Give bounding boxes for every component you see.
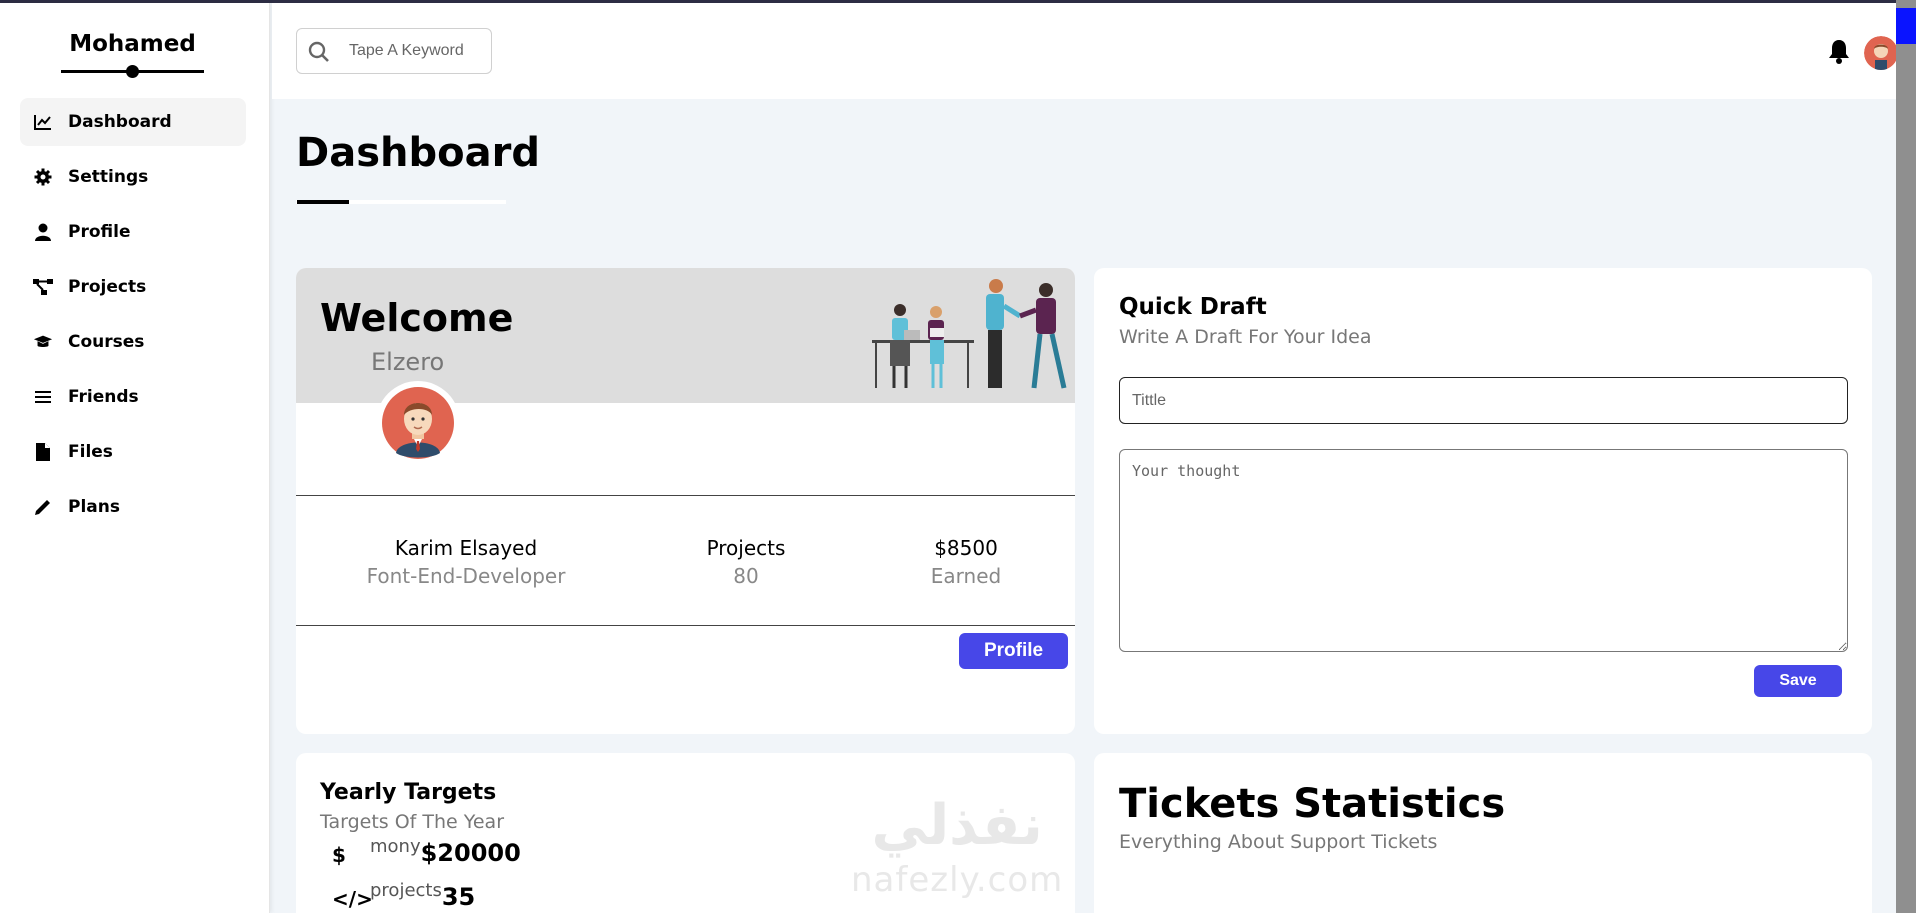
projects-count: 80	[733, 564, 759, 588]
welcome-card: Welcome Elzero Karim Elsayed Font-End-De…	[296, 268, 1075, 734]
user-icon	[33, 222, 53, 242]
welcome-subtitle: Elzero	[371, 348, 445, 376]
sidebar-item-label: Courses	[68, 332, 145, 352]
search-icon	[307, 40, 331, 68]
watermark-arabic: نفذلي	[871, 793, 1043, 858]
user-role: Font-End-Developer	[366, 564, 566, 588]
scrollbar-thumb[interactable]	[1896, 8, 1916, 44]
pencil-icon	[33, 497, 53, 517]
avatar	[376, 381, 460, 465]
sidebar-item-friends[interactable]: Friends	[20, 373, 246, 421]
sidebar-item-courses[interactable]: Courses	[20, 318, 246, 366]
graduation-cap-icon	[33, 332, 53, 352]
list-icon	[33, 387, 53, 407]
profile-button[interactable]: Profile	[959, 633, 1068, 669]
top-header	[272, 3, 1898, 99]
tickets-statistics-subtitle: Everything About Support Tickets	[1119, 831, 1438, 853]
projects-label: Projects	[706, 536, 786, 560]
search-box[interactable]	[296, 28, 492, 74]
quick-draft-subtitle: Write A Draft For Your Idea	[1119, 326, 1372, 348]
sidebar-item-label: Dashboard	[68, 112, 172, 132]
save-button[interactable]: Save	[1754, 665, 1842, 697]
sidebar-nav: Dashboard Settings Profile Projects Cour…	[20, 98, 246, 538]
search-input[interactable]	[349, 42, 484, 60]
welcome-title: Welcome	[320, 296, 514, 340]
gear-icon	[33, 167, 53, 187]
sidebar-item-label: Settings	[68, 167, 149, 187]
sidebar-item-projects[interactable]: Projects	[20, 263, 246, 311]
divider	[296, 495, 1075, 496]
draft-title-input[interactable]	[1119, 377, 1848, 424]
target-row-money: $ mony $20000	[332, 836, 521, 867]
sidebar-item-label: Profile	[68, 222, 131, 242]
yearly-targets-subtitle: Targets Of The Year	[320, 811, 505, 833]
quick-draft-title: Quick Draft	[1119, 294, 1267, 320]
watermark: نفذلي nafezly.com	[851, 793, 1064, 901]
target-row-projects: </> projects 35	[332, 880, 475, 911]
code-icon: </>	[332, 887, 373, 911]
target-label: mony	[370, 836, 421, 857]
earned-label: Earned	[930, 564, 1002, 588]
draft-thought-textarea[interactable]	[1119, 449, 1848, 652]
target-value: 35	[441, 883, 476, 911]
earned-amount: $8500	[934, 536, 998, 560]
sidebar-item-label: Files	[68, 442, 113, 462]
user-name: Karim Elsayed	[394, 536, 538, 560]
diagram-project-icon	[33, 277, 53, 297]
dollar-icon: $	[332, 843, 346, 867]
sidebar-item-label: Plans	[68, 497, 120, 517]
earned-stat: $8500 Earned	[886, 536, 1046, 588]
sidebar-item-label: Friends	[68, 387, 139, 407]
tickets-statistics-title: Tickets Statistics	[1119, 781, 1506, 827]
yearly-targets-title: Yearly Targets	[320, 780, 497, 805]
avatar[interactable]	[1864, 36, 1898, 70]
team-illustration	[868, 276, 1073, 400]
chart-line-icon	[33, 112, 53, 132]
file-icon	[33, 442, 53, 462]
sidebar-item-label: Projects	[68, 277, 147, 297]
projects-stat: Projects 80	[666, 536, 826, 588]
sidebar-item-plans[interactable]: Plans	[20, 483, 246, 531]
scrollbar[interactable]	[1896, 0, 1916, 913]
target-label: projects	[370, 880, 442, 901]
sidebar-item-settings[interactable]: Settings	[20, 153, 246, 201]
quick-draft-card: Quick Draft Write A Draft For Your Idea …	[1094, 268, 1872, 734]
divider	[296, 625, 1075, 626]
yearly-targets-card: Yearly Targets Targets Of The Year $ mon…	[296, 753, 1075, 913]
tickets-statistics-card: Tickets Statistics Everything About Supp…	[1094, 753, 1872, 913]
sidebar: Mohamed Dashboard Settings Profile Proje…	[0, 3, 270, 913]
title-underline-accent	[297, 200, 349, 204]
bell-icon[interactable]	[1827, 38, 1851, 68]
brand-name: Mohamed	[69, 31, 196, 57]
target-value: $20000	[420, 839, 521, 867]
watermark-latin: nafezly.com	[851, 860, 1064, 900]
sidebar-item-files[interactable]: Files	[20, 428, 246, 476]
user-info: Karim Elsayed Font-End-Developer	[356, 536, 576, 588]
sidebar-item-profile[interactable]: Profile	[20, 208, 246, 256]
brand-underline-dot	[126, 65, 139, 78]
sidebar-item-dashboard[interactable]: Dashboard	[20, 98, 246, 146]
page-title: Dashboard	[296, 130, 540, 176]
